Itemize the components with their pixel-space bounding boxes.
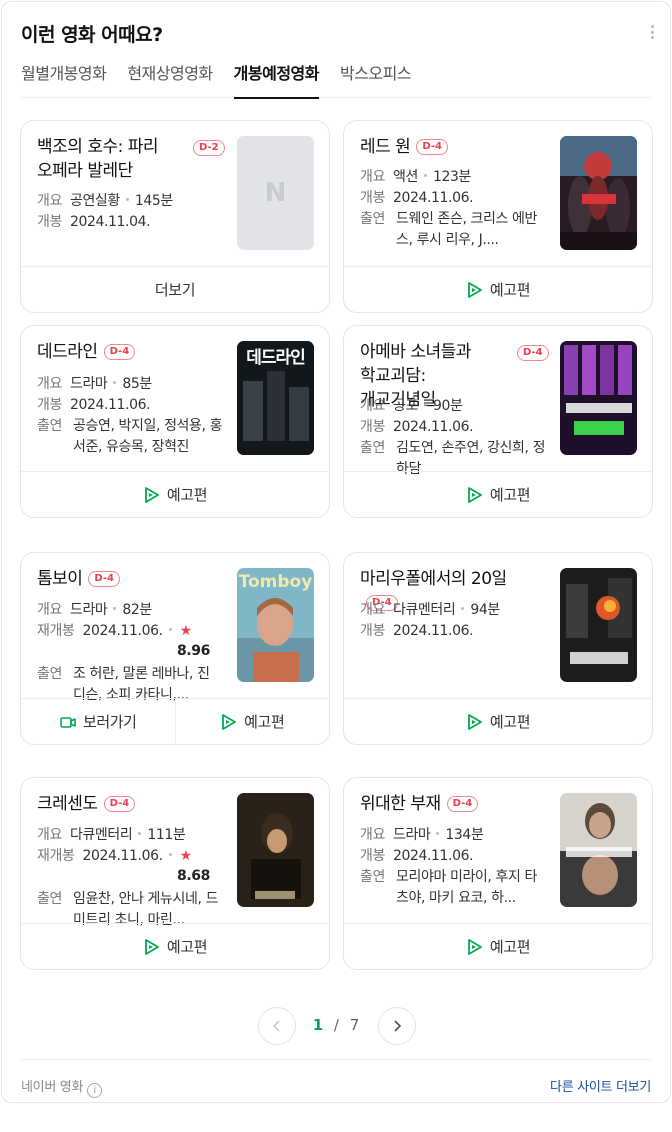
d-day-badge: D-4	[103, 796, 136, 812]
play-icon	[467, 713, 482, 730]
play-icon	[467, 486, 482, 503]
d-day-badge: D-4	[103, 344, 136, 360]
next-page-button[interactable]	[378, 1007, 416, 1045]
movie-title[interactable]: 크레센도 D-4	[37, 792, 221, 816]
genre-label: 개요	[37, 193, 62, 209]
d-day-badge: D-4	[416, 139, 448, 155]
movie-poster[interactable]	[237, 793, 314, 907]
star-icon: ★	[179, 848, 193, 864]
trailer-button[interactable]: 예고편	[21, 923, 329, 969]
d-day-badge: D-4	[446, 796, 479, 812]
movie-card[interactable]: 아메바 소녀들과 학교괴담: 개교기념일 D-4 개요 공포 90분 개봉 2024.…	[343, 325, 653, 518]
movie-card[interactable]: 위대한 부재 D-4 개요 드라마 134분 개봉 2024.11.06. 출연 모리야…	[343, 777, 653, 970]
movie-poster[interactable]	[560, 568, 637, 682]
poster-placeholder[interactable]: N	[237, 136, 314, 250]
play-icon	[467, 938, 482, 955]
movie-title[interactable]: 레드 원 D-4	[360, 135, 544, 159]
rating-value: 8.68	[177, 868, 210, 884]
trailer-button[interactable]: 예고편	[344, 923, 652, 969]
movie-title[interactable]: 위대한 부재 D-4	[360, 792, 544, 816]
video-camera-icon	[60, 716, 76, 728]
source-label: 네이버 영화 i	[21, 1076, 103, 1098]
pagination: 1 / 7	[2, 1007, 670, 1045]
genre-value: 공연실황	[69, 193, 120, 209]
more-button[interactable]: 더보기	[21, 266, 329, 312]
play-icon	[222, 713, 237, 730]
page-indicator: 1 / 7	[312, 1016, 360, 1034]
movie-card[interactable]: 레드 원 D-4 개요 액션 123분 개봉 2024.11.06. 출연 드웨인 존슨…	[343, 120, 653, 313]
cast-list: 공승연, 박지일, 정석용, 홍서준, 유승목, 장혁진	[73, 418, 223, 455]
tab-upcoming[interactable]: 개봉예정영화	[233, 62, 319, 99]
play-icon	[144, 486, 159, 503]
trailer-button[interactable]: 예고편	[344, 471, 652, 517]
movie-poster[interactable]: 데드라인	[237, 341, 314, 455]
release-date: 2024.11.04.	[69, 214, 151, 230]
movie-title[interactable]: 데드라인 D-4	[37, 340, 221, 364]
section-title: 이런 영화 어때요?	[21, 24, 163, 46]
play-icon	[144, 938, 159, 955]
naver-logo-icon: N	[264, 178, 287, 208]
trailer-button[interactable]: 예고편	[174, 699, 330, 744]
watch-button[interactable]: 보러가기	[21, 699, 175, 744]
runtime-value: 145분	[134, 193, 173, 209]
other-sites-link[interactable]: 다른 사이트 더보기	[550, 1076, 651, 1095]
cast-list: 모리야마 미라이, 후지 타츠야, 마키 요코, 하...	[396, 869, 538, 906]
d-day-badge: D-2	[193, 140, 225, 156]
movie-title[interactable]: 백조의 호수: 파리 오페라 발레단	[37, 135, 187, 183]
movie-recommendation-panel: 이런 영화 어때요? 월별개봉영화 현재상영영화 개봉예정영화 박스오피스 백조…	[1, 1, 671, 1103]
cast-list: 드웨인 존슨, 크리스 에반스, 루시 리우, J....	[396, 211, 538, 248]
movie-card[interactable]: 백조의 호수: 파리 오페라 발레단 D-2 개요 공연실황 145분 개봉 2024…	[20, 120, 330, 313]
tab-monthly-release[interactable]: 월별개봉영화	[21, 62, 107, 98]
rating-value: 8.96	[177, 643, 210, 659]
tab-box-office[interactable]: 박스오피스	[340, 62, 412, 98]
movie-title[interactable]: 톰보이 D-4	[37, 567, 221, 591]
release-label: 개봉	[37, 214, 62, 230]
tab-now-showing[interactable]: 현재상영영화	[127, 62, 213, 98]
d-day-badge: D-4	[517, 345, 549, 361]
movie-poster[interactable]	[560, 341, 637, 455]
more-options-icon[interactable]	[648, 22, 656, 42]
play-icon	[467, 281, 482, 298]
info-icon[interactable]: i	[87, 1083, 103, 1098]
trailer-button[interactable]: 예고편	[21, 471, 329, 517]
trailer-button[interactable]: 예고편	[344, 698, 652, 744]
movie-card[interactable]: 크레센도 D-4 개요 다큐멘터리 111분 재개봉 2024.11.06. ★ 8.68…	[20, 777, 330, 970]
movie-card[interactable]: 톰보이 D-4 개요 드라마 82분 재개봉 2024.11.06. ★ 8.96 출연 …	[20, 552, 330, 745]
movie-card[interactable]: 마리우폴에서의 20일D-4 개요 다큐멘터리 94분 개봉 2024.11.06. …	[343, 552, 653, 745]
star-icon: ★	[179, 623, 193, 639]
chevron-right-icon	[394, 1020, 402, 1032]
d-day-badge: D-4	[88, 571, 121, 587]
panel-footer: 네이버 영화 i 다른 사이트 더보기	[21, 1059, 651, 1105]
movie-poster[interactable]	[560, 136, 637, 250]
movie-card[interactable]: 데드라인 D-4 개요 드라마 85분 개봉 2024.11.06. 출연 공승연, 박…	[20, 325, 330, 518]
tab-bar: 월별개봉영화 현재상영영화 개봉예정영화 박스오피스	[21, 62, 651, 99]
trailer-button[interactable]: 예고편	[344, 266, 652, 312]
movie-poster[interactable]	[560, 793, 637, 907]
movie-poster[interactable]: Tomboy	[237, 568, 314, 682]
